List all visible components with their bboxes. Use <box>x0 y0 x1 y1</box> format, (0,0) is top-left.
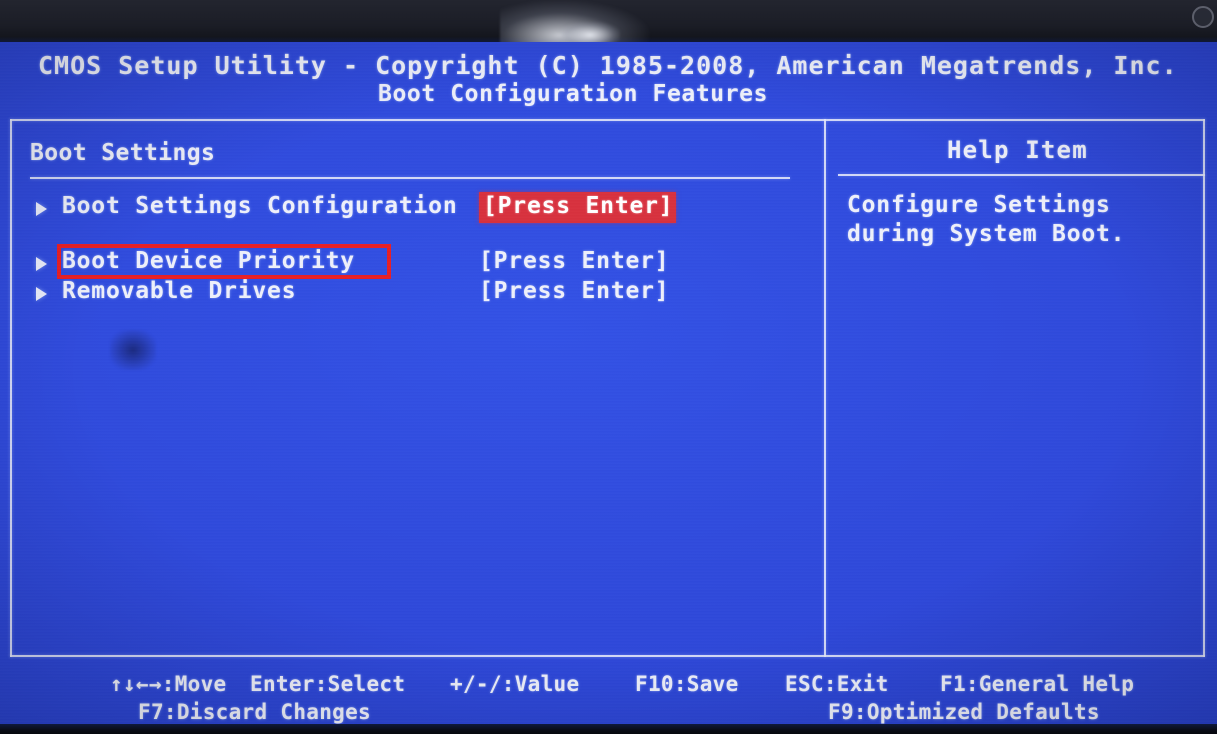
key-hint-save: F10:Save <box>635 672 739 696</box>
key-hint-discard-changes: F7:Discard Changes <box>138 700 371 724</box>
section-title: Boot Settings <box>30 140 216 166</box>
key-hint-general-help: F1:General Help <box>940 672 1135 696</box>
help-panel-text-line: Configure Settings <box>847 192 1111 218</box>
triangle-right-icon <box>36 202 47 216</box>
triangle-right-icon <box>36 287 47 301</box>
help-panel-rule <box>838 174 1205 176</box>
annotation-highlight-label: [Press Enter] <box>483 193 674 219</box>
help-panel-title: Help Item <box>947 136 1088 164</box>
triangle-right-icon <box>36 257 47 271</box>
bios-screen: CMOS Setup Utility - Copyright (C) 1985-… <box>0 0 1217 734</box>
page-subtitle: Boot Configuration Features <box>378 81 769 107</box>
panel-border-right <box>1203 119 1205 657</box>
key-hint-optimized-defaults: F9:Optimized Defaults <box>828 700 1100 724</box>
key-hint-select: Enter:Select <box>250 672 406 696</box>
panel-vertical-divider <box>824 119 826 657</box>
key-hint-value: +/-/:Value <box>450 672 580 696</box>
annotation-box-boot-device-priority <box>57 244 391 279</box>
panel-border-top <box>10 119 1205 121</box>
menu-item-value: [Press Enter] <box>479 278 670 304</box>
panel-border-left <box>10 119 12 657</box>
footer-key-legend: ↑↓←→:Move Enter:Select +/-/:Value F10:Sa… <box>10 664 1205 726</box>
panel-border-bottom <box>10 655 1205 657</box>
menu-item-value: [Press Enter] <box>479 248 670 274</box>
key-hint-move: ↑↓←→:Move <box>110 672 227 696</box>
monitor-bezel-bottom <box>0 724 1217 734</box>
section-title-rule <box>30 177 790 179</box>
menu-item-label: Boot Settings Configuration <box>62 193 458 219</box>
key-hint-exit: ESC:Exit <box>785 672 889 696</box>
menu-item-label: Removable Drives <box>62 278 297 304</box>
monitor-power-indicator-icon <box>1192 6 1214 28</box>
page-title: CMOS Setup Utility - Copyright (C) 1985-… <box>38 51 1178 80</box>
help-panel-text-line: during System Boot. <box>847 221 1126 247</box>
